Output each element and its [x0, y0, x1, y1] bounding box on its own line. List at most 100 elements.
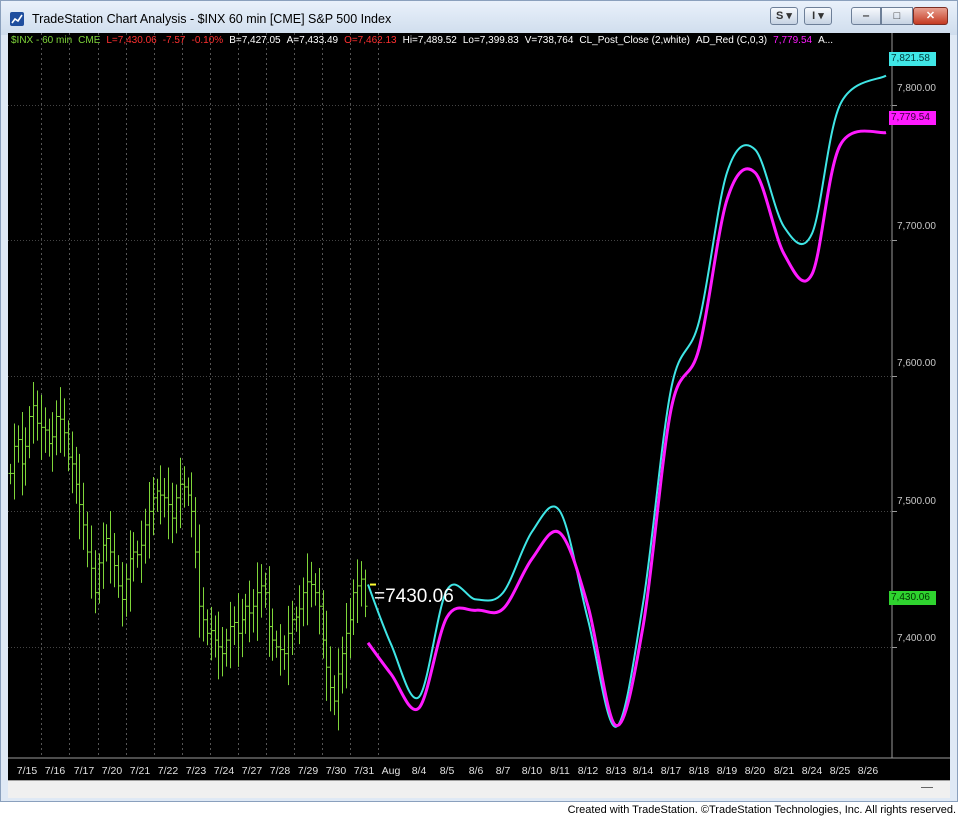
price-bar — [193, 497, 198, 569]
legend-ask: A=7,433.49 — [286, 35, 339, 46]
price-bar — [74, 446, 79, 504]
price-bar — [85, 511, 90, 568]
price-bar — [101, 522, 106, 589]
price-bar — [274, 630, 279, 658]
price-bar — [282, 635, 287, 670]
price-bar — [131, 532, 136, 582]
price-bar — [54, 400, 59, 456]
window-title: TradeStation Chart Analysis - $INX 60 mi… — [32, 12, 392, 26]
price-bar — [189, 472, 194, 538]
legend-study-ad-red: AD_Red (C,0,3) — [696, 35, 768, 46]
legend-exchange: CME — [78, 35, 101, 46]
price-bar — [340, 636, 345, 694]
price-bar — [317, 568, 322, 635]
price-bar — [135, 540, 140, 568]
x-tick-label: 7/21 — [129, 765, 151, 777]
price-bar — [155, 478, 160, 512]
y-tick-label: 7,400.00 — [897, 633, 936, 644]
price-bar — [8, 463, 13, 485]
style-menu-button[interactable]: S ▾ — [770, 7, 798, 25]
price-bar — [112, 533, 117, 588]
price-bar — [16, 425, 21, 463]
close-button[interactable]: ✕ — [913, 7, 948, 25]
status-strip-dash — [921, 787, 933, 788]
x-tick-label: 8/18 — [688, 765, 710, 777]
price-bar — [359, 561, 364, 607]
price-bar — [247, 580, 252, 643]
price-bar — [23, 427, 28, 486]
price-bar — [236, 593, 241, 667]
x-tick-label: 7/17 — [73, 765, 95, 777]
price-bar — [47, 418, 52, 457]
price-bar — [278, 624, 283, 676]
chart-canvas[interactable] — [8, 33, 950, 780]
x-tick-label: 7/30 — [325, 765, 347, 777]
x-tick-label: 8/6 — [468, 765, 484, 777]
x-tick-label: 7/22 — [157, 765, 179, 777]
price-bar — [166, 467, 171, 540]
price-bar — [89, 525, 94, 599]
price-bar — [116, 555, 121, 598]
legend-bid: B=7,427.05 — [229, 35, 281, 46]
x-tick-label: 8/11 — [550, 765, 570, 777]
x-tick-label: 8/20 — [744, 765, 766, 777]
price-bar — [213, 615, 218, 658]
legend-study-post-close: CL_Post_Close (2,white) — [579, 35, 690, 46]
x-tick-label: 8/4 — [411, 765, 427, 777]
y-tick-label: 7,600.00 — [897, 358, 936, 369]
chart-plot-area[interactable] — [8, 33, 950, 780]
y-tick-label: 7,700.00 — [897, 221, 936, 232]
price-bar — [139, 520, 144, 583]
price-bar — [120, 562, 125, 627]
price-bar — [151, 476, 156, 536]
price-bar — [324, 610, 329, 701]
chart-legend: $INX - 60 min CME L=7,430.06 -7.57 -0.10% B=7… — [11, 35, 839, 46]
y-tick-label: 7,800.00 — [897, 83, 936, 94]
price-bar — [178, 457, 183, 529]
legend-change-pct: -0.10% — [191, 35, 224, 46]
x-tick-label: 8/26 — [857, 765, 879, 777]
x-tick-label: 8/14 — [632, 765, 654, 777]
insert-menu-button[interactable]: I ▾ — [804, 7, 832, 25]
x-tick-label: 8/17 — [660, 765, 682, 777]
price-bar — [174, 484, 179, 534]
price-bar — [27, 406, 32, 459]
minimize-button[interactable]: ‒ — [851, 7, 881, 25]
price-bar — [170, 482, 175, 544]
price-bar — [31, 381, 36, 444]
price-bar — [77, 453, 82, 540]
price-bar — [124, 563, 129, 617]
price-bar — [255, 562, 260, 641]
price-bar — [128, 530, 133, 612]
price-bar — [182, 466, 187, 508]
last-price-tag: 7,430.06 — [889, 591, 936, 605]
title-bar[interactable]: TradeStation Chart Analysis - $INX 60 mi… — [1, 1, 957, 35]
x-tick-label: 7/16 — [44, 765, 66, 777]
price-bar — [58, 387, 63, 453]
price-bar — [50, 412, 55, 472]
price-bar — [186, 477, 191, 506]
price-bar — [263, 572, 268, 608]
x-tick-label: 8/10 — [521, 765, 543, 777]
price-bar — [286, 605, 291, 686]
price-bar — [35, 390, 40, 441]
legend-high: Hi=7,489.52 — [402, 35, 457, 46]
price-bar — [348, 597, 353, 659]
price-bar — [20, 412, 25, 496]
x-tick-label: 7/23 — [185, 765, 207, 777]
cyan-price-tag: 7,821.58 — [889, 52, 936, 66]
price-bar — [332, 675, 337, 716]
price-bar — [220, 626, 225, 677]
price-bar — [201, 587, 206, 642]
legend-low: Lo=7,399.83 — [462, 35, 519, 46]
price-bar — [363, 569, 368, 618]
price-bar — [70, 431, 75, 494]
x-tick-label: 8/7 — [495, 765, 511, 777]
price-bar — [294, 606, 299, 632]
maximize-button[interactable]: □ — [881, 7, 913, 25]
price-bar — [243, 593, 248, 634]
price-bar — [205, 609, 210, 646]
x-tick-label: 8/5 — [439, 765, 455, 777]
magenta-projection-line — [366, 129, 887, 727]
price-bar — [267, 566, 272, 657]
